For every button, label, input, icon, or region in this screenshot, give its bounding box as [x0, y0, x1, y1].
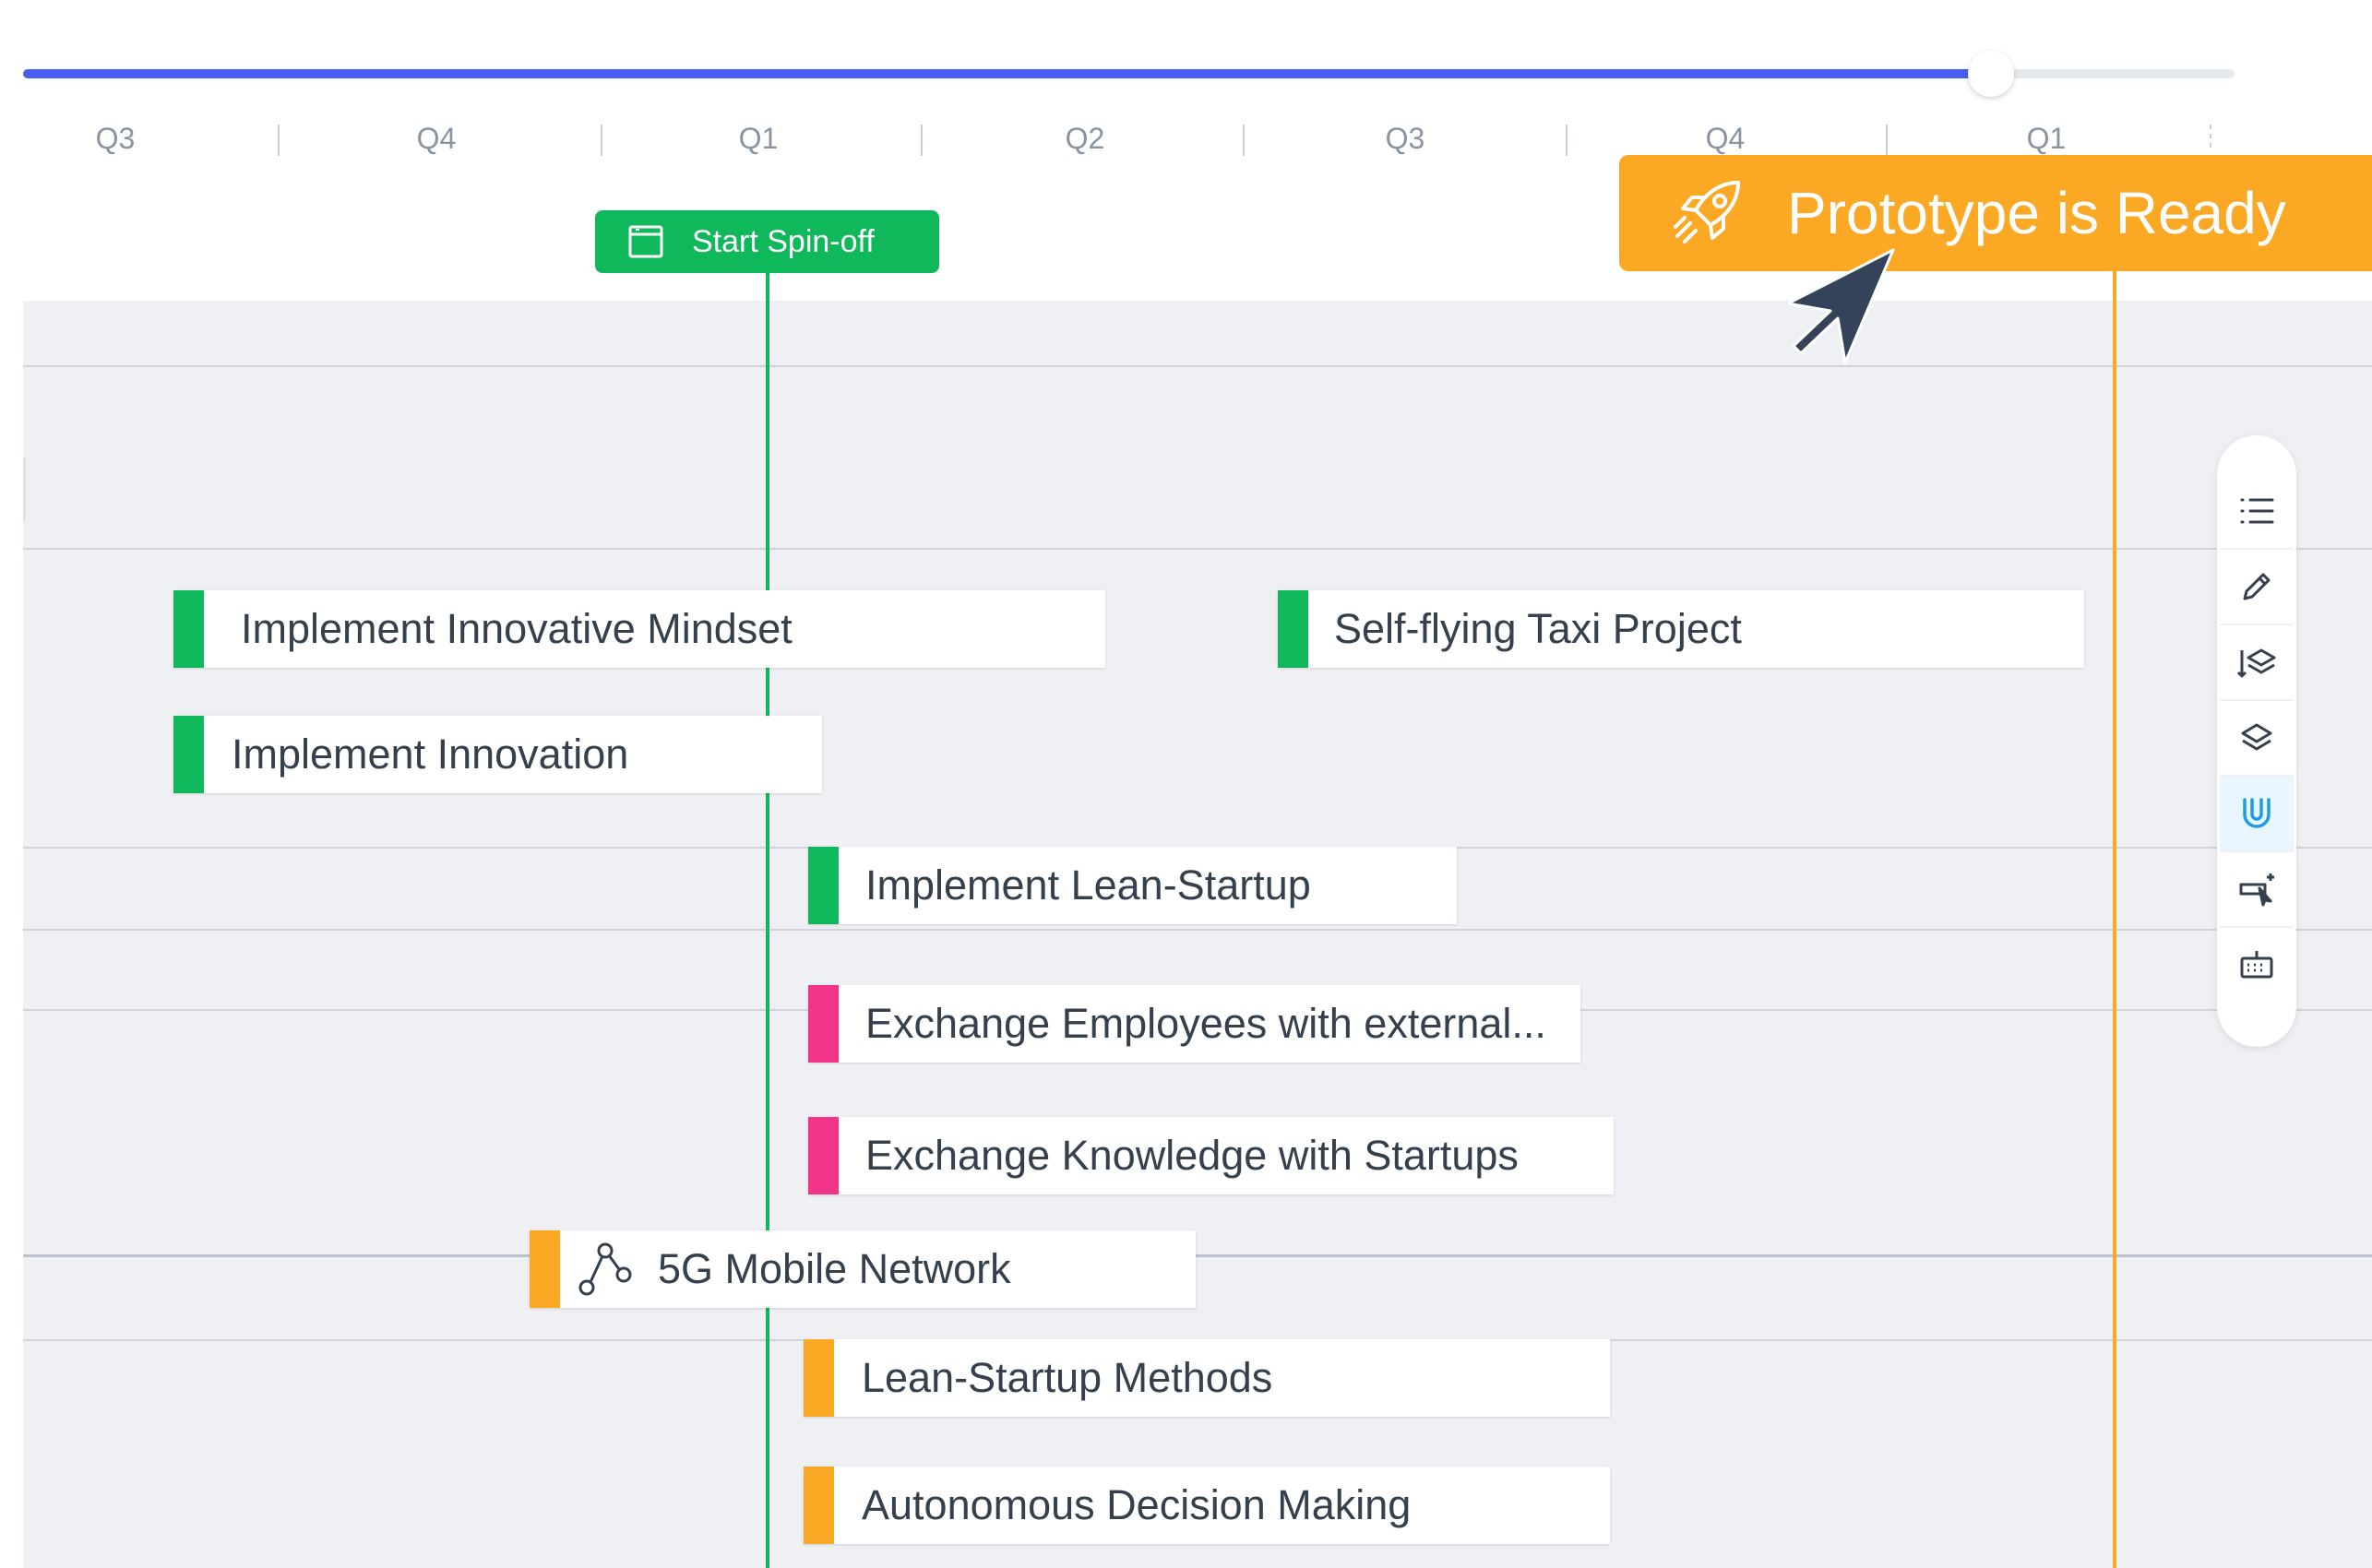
- milestone-start-spin-off[interactable]: Start Spin-off: [595, 210, 939, 273]
- quarter-divider: [2210, 125, 2211, 152]
- quarter-label: Q3: [95, 122, 136, 155]
- timeline-slider-fill: [23, 69, 1992, 78]
- quarter-divider: [1243, 125, 1245, 156]
- magnet-icon: [2243, 798, 2271, 828]
- item-label: Exchange Employees with external...: [865, 1000, 1546, 1047]
- lane-divider: [23, 548, 2372, 550]
- lane-divider: [23, 365, 2372, 367]
- toolbar-list-button[interactable]: [2220, 474, 2294, 550]
- rocket-icon: [1674, 181, 1740, 244]
- roadmap-item[interactable]: Autonomous Decision Making: [804, 1467, 1610, 1544]
- quarter-divider: [601, 125, 602, 156]
- quarter-label: Q4: [416, 122, 457, 155]
- add-cursor-icon: [2239, 873, 2274, 907]
- item-color-marker: [1278, 590, 1308, 668]
- toolbar-magnet-button[interactable]: [2220, 777, 2294, 852]
- item-label: Implement Lean-Startup: [865, 861, 1311, 909]
- lane-divider: [23, 929, 2372, 931]
- roadmap-item[interactable]: Implement Lean-Startup: [808, 847, 1457, 924]
- quarter-label: Q3: [1385, 122, 1425, 155]
- item-label: Self-flying Taxi Project: [1334, 605, 1742, 652]
- lane-divider: [23, 1254, 2372, 1257]
- toolbar-add-cursor-button[interactable]: [2220, 852, 2294, 928]
- item-label: Implement Innovation: [232, 731, 629, 778]
- roadmap-item[interactable]: Implement Innovation: [173, 716, 822, 793]
- item-label: Implement Innovative Mindset: [241, 605, 793, 652]
- list-icon: [2240, 498, 2274, 524]
- quarter-divider: [1566, 125, 1567, 156]
- dependency-icon: [578, 1242, 632, 1296]
- milestone-line-prototype: [2113, 269, 2116, 1568]
- roadmap-item[interactable]: Lean-Startup Methods: [804, 1339, 1610, 1417]
- roadmap-item[interactable]: Self-flying Taxi Project: [1278, 590, 2084, 668]
- item-label: Lean-Startup Methods: [862, 1354, 1273, 1401]
- lane-collapse-handle[interactable]: [23, 457, 26, 520]
- roadmap-item[interactable]: Exchange Knowledge with Startups: [808, 1117, 1614, 1194]
- roadmap-item[interactable]: Implement Innovative Mindset: [173, 590, 1105, 668]
- milestone-label: Start Spin-off: [692, 223, 875, 259]
- item-color-marker: [173, 716, 204, 793]
- item-label: Autonomous Decision Making: [862, 1481, 1412, 1528]
- roadmap-item[interactable]: 5G Mobile Network: [530, 1230, 1196, 1308]
- item-color-marker: [804, 1339, 834, 1417]
- quarter-divider: [278, 125, 280, 156]
- quarter-label: Q1: [2026, 122, 2067, 155]
- toolbar-layers-down-button[interactable]: [2220, 625, 2294, 701]
- quarter-label: Q1: [738, 122, 779, 155]
- quarter-label: Q4: [1705, 122, 1746, 155]
- timeline-slider-handle[interactable]: [1968, 51, 2015, 97]
- milestone-line-spinoff: [766, 271, 769, 1568]
- milestone-label: Prototype is Ready: [1787, 180, 2286, 246]
- quarter-divider: [921, 125, 923, 156]
- pencil-icon: [2243, 573, 2271, 600]
- side-toolbar: [2217, 435, 2296, 1047]
- toolbar-edit-button[interactable]: [2220, 550, 2294, 625]
- item-color-marker: [808, 985, 839, 1063]
- item-color-marker: [808, 1117, 839, 1194]
- toolbar-layers-button[interactable]: [2220, 701, 2294, 777]
- item-color-marker: [804, 1467, 834, 1544]
- keyboard-icon: [2240, 951, 2273, 979]
- quarter-label: Q2: [1065, 122, 1105, 155]
- roadmap-item[interactable]: Exchange Employees with external...: [808, 985, 1580, 1063]
- item-color-marker: [173, 590, 204, 668]
- layers-down-icon: [2237, 648, 2276, 678]
- calendar-icon: [628, 225, 663, 258]
- quarter-divider: [1886, 125, 1888, 156]
- item-label: Exchange Knowledge with Startups: [865, 1132, 1519, 1179]
- layers-icon: [2241, 723, 2272, 751]
- toolbar-keyboard-button[interactable]: [2220, 928, 2294, 1002]
- item-color-marker: [808, 847, 839, 924]
- item-label: 5G Mobile Network: [658, 1245, 1011, 1292]
- mouse-pointer-icon: [1788, 248, 1895, 364]
- item-color-marker: [530, 1230, 560, 1308]
- milestone-prototype-ready[interactable]: Prototype is Ready: [1619, 155, 2372, 271]
